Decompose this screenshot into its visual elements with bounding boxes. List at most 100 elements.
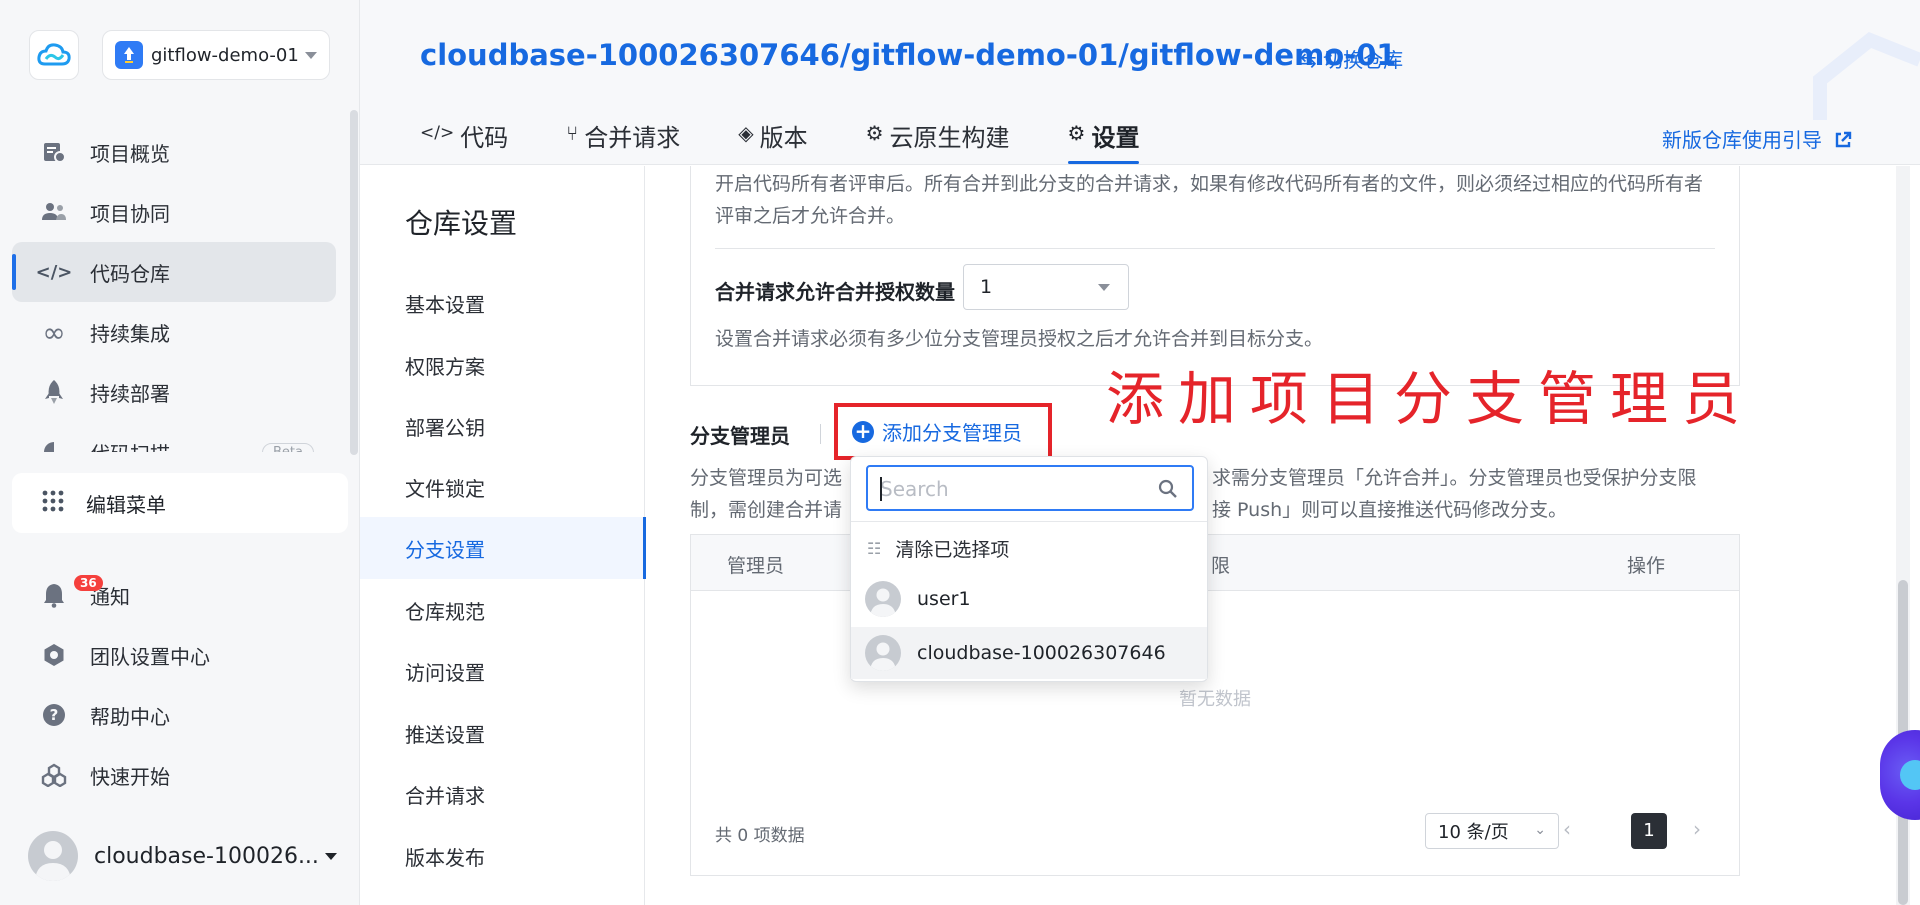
merge-auth-label: 合并请求允许合并授权数量 [715, 280, 955, 304]
subnav-item-deploy-keys[interactable]: 部署公钥 [360, 395, 645, 457]
breadcrumb[interactable]: cloudbase-100026307646/gitflow-demo-01/g… [420, 38, 1397, 72]
user-option-label: user1 [917, 588, 971, 610]
clear-selection-option[interactable]: ☷ 清除已选择项 [851, 523, 1207, 573]
total-count: 共 0 项数据 [715, 826, 805, 846]
user-option[interactable]: user1 [851, 573, 1207, 625]
sidebar-scrollbar[interactable] [350, 110, 358, 455]
table-header: 管理员 限 操作 [691, 535, 1739, 591]
page-size-value: 10 条/页 [1438, 822, 1509, 843]
settings-subnav: 仓库设置 基本设置 权限方案 部署公钥 文件锁定 分支设置 仓库规范 访问设置 … [360, 166, 646, 905]
merge-auth-select[interactable]: 1 [963, 264, 1129, 310]
subnav-item-push[interactable]: 推送设置 [360, 702, 645, 764]
tab-releases[interactable]: ◈ 版本 [738, 118, 807, 164]
gear-icon: ⚙ [1067, 121, 1086, 145]
avatar [865, 581, 901, 617]
prev-page-button[interactable]: ‹ [1563, 817, 1571, 841]
scan-icon [40, 438, 68, 452]
repo-header: cloudbase-100026307646/gitflow-demo-01/g… [360, 0, 1920, 165]
sidebar-item-help[interactable]: ? 帮助中心 [12, 685, 336, 745]
edit-menu-label: 编辑菜单 [86, 492, 166, 517]
notification-count: 36 [74, 575, 103, 591]
tab-label: 合并请求 [584, 124, 681, 152]
infinity-icon: ∞ [42, 315, 66, 349]
help-icon: ? [40, 701, 68, 729]
subnav-item-branch-settings[interactable]: 分支设置 [360, 517, 646, 579]
branch-admin-title: 分支管理员 [690, 424, 790, 448]
subnav-item-permissions[interactable]: 权限方案 [360, 334, 645, 396]
build-icon: ⚙ [865, 121, 884, 145]
subnav-item-releases[interactable]: 版本发布 [360, 825, 645, 887]
tab-settings[interactable]: ⚙ 设置 [1067, 118, 1139, 164]
sidebar-item-label: 团队设置中心 [90, 644, 210, 669]
page-number-button[interactable]: 1 [1631, 813, 1667, 849]
sidebar-item-ci[interactable]: ∞ 持续集成 [12, 302, 336, 362]
subnav-item-merge-requests[interactable]: 合并请求 [360, 763, 645, 825]
project-name: gitflow-demo-01 [151, 44, 299, 66]
project-selector[interactable]: gitflow-demo-01 [102, 30, 330, 80]
sidebar-item-collaboration[interactable]: 项目协同 [12, 182, 336, 242]
user-option[interactable]: cloudbase-100026307646 [851, 627, 1207, 679]
code-owner-description: 开启代码所有者评审后。所有合并到此分支的合并请求，如果有修改代码所有者的文件，则… [715, 173, 1704, 227]
search-field[interactable] [866, 465, 1194, 511]
annotation-text: 添加项目分支管理员 [1106, 365, 1755, 433]
divider [851, 521, 1207, 522]
chevron-down-icon [305, 51, 317, 59]
divider [715, 248, 1715, 249]
beta-badge: Beta [262, 442, 314, 452]
sidebar-item-cd[interactable]: 持续部署 [12, 362, 336, 422]
highlight-box: + 添加分支管理员 [834, 403, 1052, 460]
tab-cloud-native-build[interactable]: ⚙ 云原生构建 [866, 118, 1010, 164]
tab-label: 版本 [759, 124, 808, 152]
plus-icon: + [852, 420, 874, 443]
avatar [28, 831, 78, 881]
page-size-select[interactable]: 10 条/页 ⌄ [1425, 813, 1559, 849]
next-page-button[interactable]: › [1693, 817, 1701, 841]
grid-icon [42, 490, 64, 517]
tab-label: 云原生构建 [889, 124, 1010, 152]
tab-merge-requests[interactable]: ⑂ 合并请求 [566, 118, 680, 164]
code-icon: </> [35, 261, 73, 283]
sidebar-item-scan[interactable]: 代码扫描 Beta [12, 422, 336, 452]
sidebar-bottom-nav: 36 通知 团队设置中心 ? 帮助中心 快速开始 [12, 565, 336, 805]
sidebar-item-code-repo[interactable]: </> 代码仓库 [12, 242, 336, 302]
switch-repo-link[interactable]: ⇆ 切换仓库 [1300, 44, 1403, 73]
svg-text:?: ? [50, 706, 59, 724]
bell-icon: 36 [40, 575, 103, 609]
chevron-down-icon [1098, 284, 1110, 291]
text-cursor [880, 477, 882, 501]
sidebar-item-overview[interactable]: 项目概览 [12, 122, 336, 182]
description-text: 接 Push」则可以直接推送代码修改分支。 [1212, 499, 1568, 521]
sidebar-item-label: 项目协同 [90, 201, 170, 226]
layers-icon: ◈ [738, 121, 754, 145]
sidebar-item-label: 帮助中心 [90, 704, 170, 729]
sidebar-item-label: 项目概览 [90, 141, 170, 166]
subnav-item-access[interactable]: 访问设置 [360, 640, 645, 702]
sidebar-item-team-settings[interactable]: 团队设置中心 [12, 625, 336, 685]
search-icon [1158, 479, 1178, 503]
edit-menu-button[interactable]: 编辑菜单 [12, 473, 348, 533]
sidebar-item-label: 持续部署 [90, 381, 170, 406]
cloud-logo-icon[interactable] [29, 30, 79, 80]
sidebar-item-label: 代码仓库 [90, 261, 170, 286]
user-menu[interactable]: cloudbase-100026... [28, 828, 338, 884]
header-decoration [1760, 0, 1920, 165]
tab-code[interactable]: </> 代码 [420, 118, 508, 164]
sidebar-item-quickstart[interactable]: 快速开始 [12, 745, 336, 805]
cubes-icon [40, 761, 68, 789]
subnav-item-file-lock[interactable]: 文件锁定 [360, 456, 645, 518]
subnav-item-basic[interactable]: 基本设置 [360, 272, 645, 334]
add-branch-admin-button[interactable]: + 添加分支管理员 [852, 417, 1022, 446]
empty-state: 暂无数据 [1179, 689, 1251, 710]
branch-admin-table: 管理员 限 操作 暂无数据 共 0 项数据 10 条/页 ⌄ ‹ 1 › [690, 534, 1740, 876]
merge-icon: ⑂ [566, 121, 579, 145]
sidebar-item-label: 持续集成 [90, 321, 170, 346]
search-input[interactable] [880, 475, 1140, 503]
user-name: cloudbase-100026... [94, 843, 319, 869]
subnav-item-repo-rules[interactable]: 仓库规范 [360, 579, 645, 641]
description-text: 制，需创建合并请 [690, 499, 843, 521]
dashboard-icon [40, 138, 68, 166]
tab-label: 代码 [460, 124, 509, 152]
sidebar-item-label: 代码扫描 [90, 438, 170, 453]
user-option-label: cloudbase-100026307646 [917, 642, 1166, 664]
sidebar-item-notifications[interactable]: 36 通知 [12, 565, 336, 625]
